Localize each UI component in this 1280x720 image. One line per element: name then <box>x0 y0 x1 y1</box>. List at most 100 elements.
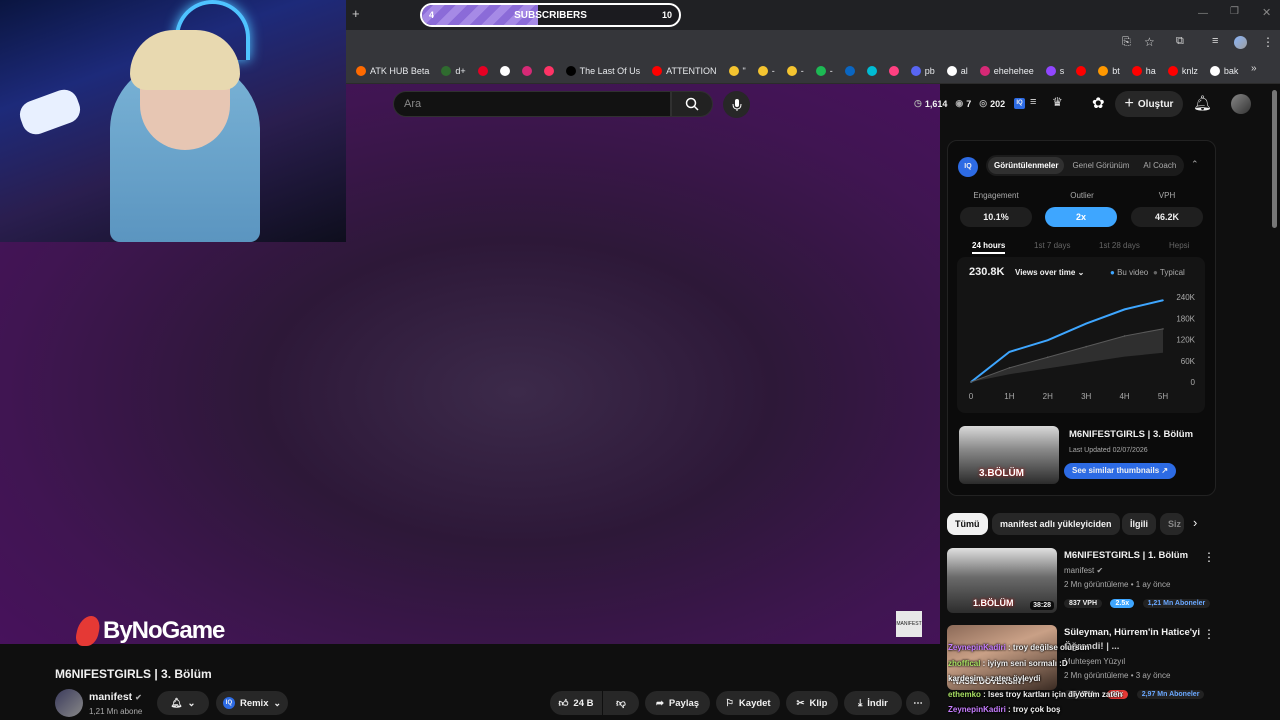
bookmark-item[interactable] <box>521 65 532 76</box>
bookmark-item[interactable]: - <box>815 65 833 76</box>
install-app-icon[interactable]: ⎘ <box>1122 36 1131 49</box>
external-link-icon: ↗ <box>1161 466 1169 475</box>
channel-watermark[interactable]: MANIFEST <box>896 611 922 637</box>
range-7-days[interactable]: 1st 7 days <box>1034 241 1070 250</box>
tab-ai-coach[interactable]: AI Coach <box>1137 157 1182 174</box>
more-bookmarks-icon[interactable]: » <box>1251 63 1257 74</box>
x-tick-label: 0 <box>969 392 974 401</box>
page-scrollbar[interactable] <box>1272 90 1277 228</box>
related-title-1[interactable]: M6NIFESTGIRLS | 1. Bölüm <box>1064 550 1188 561</box>
related-menu-icon-2[interactable]: ⋮ <box>1203 627 1215 641</box>
tab-views[interactable]: Görüntülenmeler <box>988 157 1065 174</box>
list-icon[interactable]: ≡ <box>1030 96 1036 108</box>
related-title-2[interactable]: Süleyman, Hürrem'in Hatice'yi <box>1064 627 1200 638</box>
related-channel-1[interactable]: manifest ✔ <box>1064 566 1103 575</box>
notifications-bell-icon[interactable]: 🔔︎ <box>1193 94 1212 112</box>
media-control-icon[interactable]: ≡ <box>1212 35 1218 47</box>
bookmark-item[interactable] <box>866 65 877 76</box>
dislike-button[interactable]: 👎︎ <box>603 691 639 715</box>
trophy-icon[interactable]: ♛ <box>1052 95 1063 109</box>
chat-text: lses troy kartları için diyorum zaten <box>988 689 1123 699</box>
download-icon: ⤓ <box>858 697 863 709</box>
close-window-button[interactable]: ✕ <box>1262 6 1271 19</box>
voice-search-button[interactable] <box>723 91 750 118</box>
range-24h[interactable]: 24 hours <box>972 241 1006 254</box>
search-button[interactable] <box>671 91 713 117</box>
see-similar-label: See similar thumbnails <box>1072 466 1160 475</box>
bookmark-item[interactable]: d+ <box>441 65 466 76</box>
related-menu-icon-1[interactable]: ⋮ <box>1203 550 1215 564</box>
bookmark-favicon-icon <box>356 65 366 76</box>
clip-label: Klip <box>809 697 828 709</box>
bookmark-label: ehehehee <box>993 65 1034 76</box>
bookmark-item[interactable] <box>1076 65 1087 76</box>
vidiq-icon[interactable]: IQ <box>1014 98 1025 109</box>
share-button[interactable]: ➦ Paylaş <box>645 691 710 715</box>
bookmark-item[interactable] <box>477 65 488 76</box>
bookmark-item[interactable]: knlz <box>1167 65 1198 76</box>
new-tab-button[interactable]: + <box>352 6 360 21</box>
create-button[interactable]: + Oluştur <box>1115 91 1183 117</box>
menu-kebab-icon[interactable]: ⋮ <box>1262 35 1274 49</box>
bookmark-favicon-icon <box>441 65 452 76</box>
minimize-button[interactable]: — <box>1198 8 1208 19</box>
bookmark-item[interactable]: - <box>786 65 804 76</box>
gear-icon[interactable]: ✿ <box>1092 94 1105 112</box>
chip-related[interactable]: İlgili <box>1122 513 1156 535</box>
share-label: Paylaş <box>668 697 700 709</box>
bookmark-item[interactable]: ATK HUB Beta <box>356 65 429 76</box>
subscription-bell-button[interactable]: 🔔︎ ⌄ <box>157 691 209 715</box>
bookmark-label: bak <box>1223 65 1239 76</box>
bookmark-item[interactable]: ATTENTION <box>652 65 717 76</box>
channel-name-label: manifest <box>89 691 133 703</box>
bookmark-item[interactable]: al <box>946 65 968 76</box>
bookmark-item[interactable]: bt <box>1098 65 1120 76</box>
remix-button[interactable]: IQ Remix ⌄ <box>216 691 288 715</box>
bookmark-item[interactable] <box>888 65 899 76</box>
save-button[interactable]: ⚐ Kaydet <box>716 691 780 715</box>
more-actions-button[interactable]: ⋯ <box>906 691 930 715</box>
bookmark-star-icon[interactable]: ☆ <box>1144 35 1155 49</box>
download-button[interactable]: ⤓ İndir <box>844 691 902 715</box>
bookmark-item[interactable]: ha <box>1131 65 1156 76</box>
chip-all[interactable]: Tümü <box>947 513 988 535</box>
maximize-button[interactable]: ❐ <box>1230 6 1239 17</box>
bookmark-item[interactable] <box>844 65 855 76</box>
bookmark-item[interactable]: " <box>728 65 746 76</box>
see-similar-thumbnails-button[interactable]: See similar thumbnails ↗ <box>1064 463 1177 479</box>
bookmark-item[interactable] <box>499 65 510 76</box>
range-28-days[interactable]: 1st 28 days <box>1099 241 1140 250</box>
chip-from-uploader[interactable]: manifest adlı yükleyiciden <box>992 513 1120 535</box>
vidiq-logo-icon: IQ <box>958 157 978 177</box>
tab-overview[interactable]: Genel Görünüm <box>1066 157 1135 174</box>
chat-username: ZeynepinKadiri <box>948 643 1006 652</box>
data-point <box>1085 345 1087 348</box>
bookmark-label: bt <box>1112 65 1120 76</box>
bookmark-item[interactable]: bak <box>1209 65 1239 76</box>
chip-you[interactable]: Siz <box>1160 513 1184 535</box>
extensions-icon[interactable]: ⧉ <box>1176 35 1184 48</box>
bookmark-item[interactable]: pb <box>910 65 935 76</box>
bookmark-item[interactable]: - <box>757 65 775 76</box>
bookmark-item[interactable]: The Last Of Us <box>565 65 640 76</box>
chips-next-icon[interactable]: › <box>1193 515 1197 530</box>
chat-message: zhoffical : iyiym seni sormalı :D <box>948 656 1280 672</box>
bookmark-item[interactable]: s <box>1045 65 1065 76</box>
range-all[interactable]: Hepsi <box>1169 241 1189 250</box>
collapse-chevron-icon[interactable]: ⌃ <box>1191 159 1199 170</box>
related-thumbnail-1[interactable]: 1.BÖLÜM 38:28 <box>947 548 1057 613</box>
channel-name[interactable]: manifest ✔ <box>89 691 142 703</box>
clip-button[interactable]: ✂ Klip <box>786 691 838 715</box>
bookmark-label: d+ <box>455 65 466 76</box>
bookmark-favicon-icon <box>543 65 554 76</box>
bookmark-label: s <box>1059 65 1065 76</box>
bookmark-item[interactable] <box>543 65 554 76</box>
account-avatar[interactable] <box>1231 94 1251 114</box>
like-button[interactable]: 👍︎ 24 B <box>550 691 602 715</box>
bookmark-item[interactable]: ehehehee <box>979 65 1034 76</box>
bookmark-favicon-icon <box>1045 65 1056 76</box>
channel-avatar[interactable] <box>55 689 83 717</box>
search-input[interactable]: Ara <box>393 91 671 117</box>
profile-avatar[interactable] <box>1234 36 1247 49</box>
bookmark-favicon-icon <box>565 65 576 76</box>
